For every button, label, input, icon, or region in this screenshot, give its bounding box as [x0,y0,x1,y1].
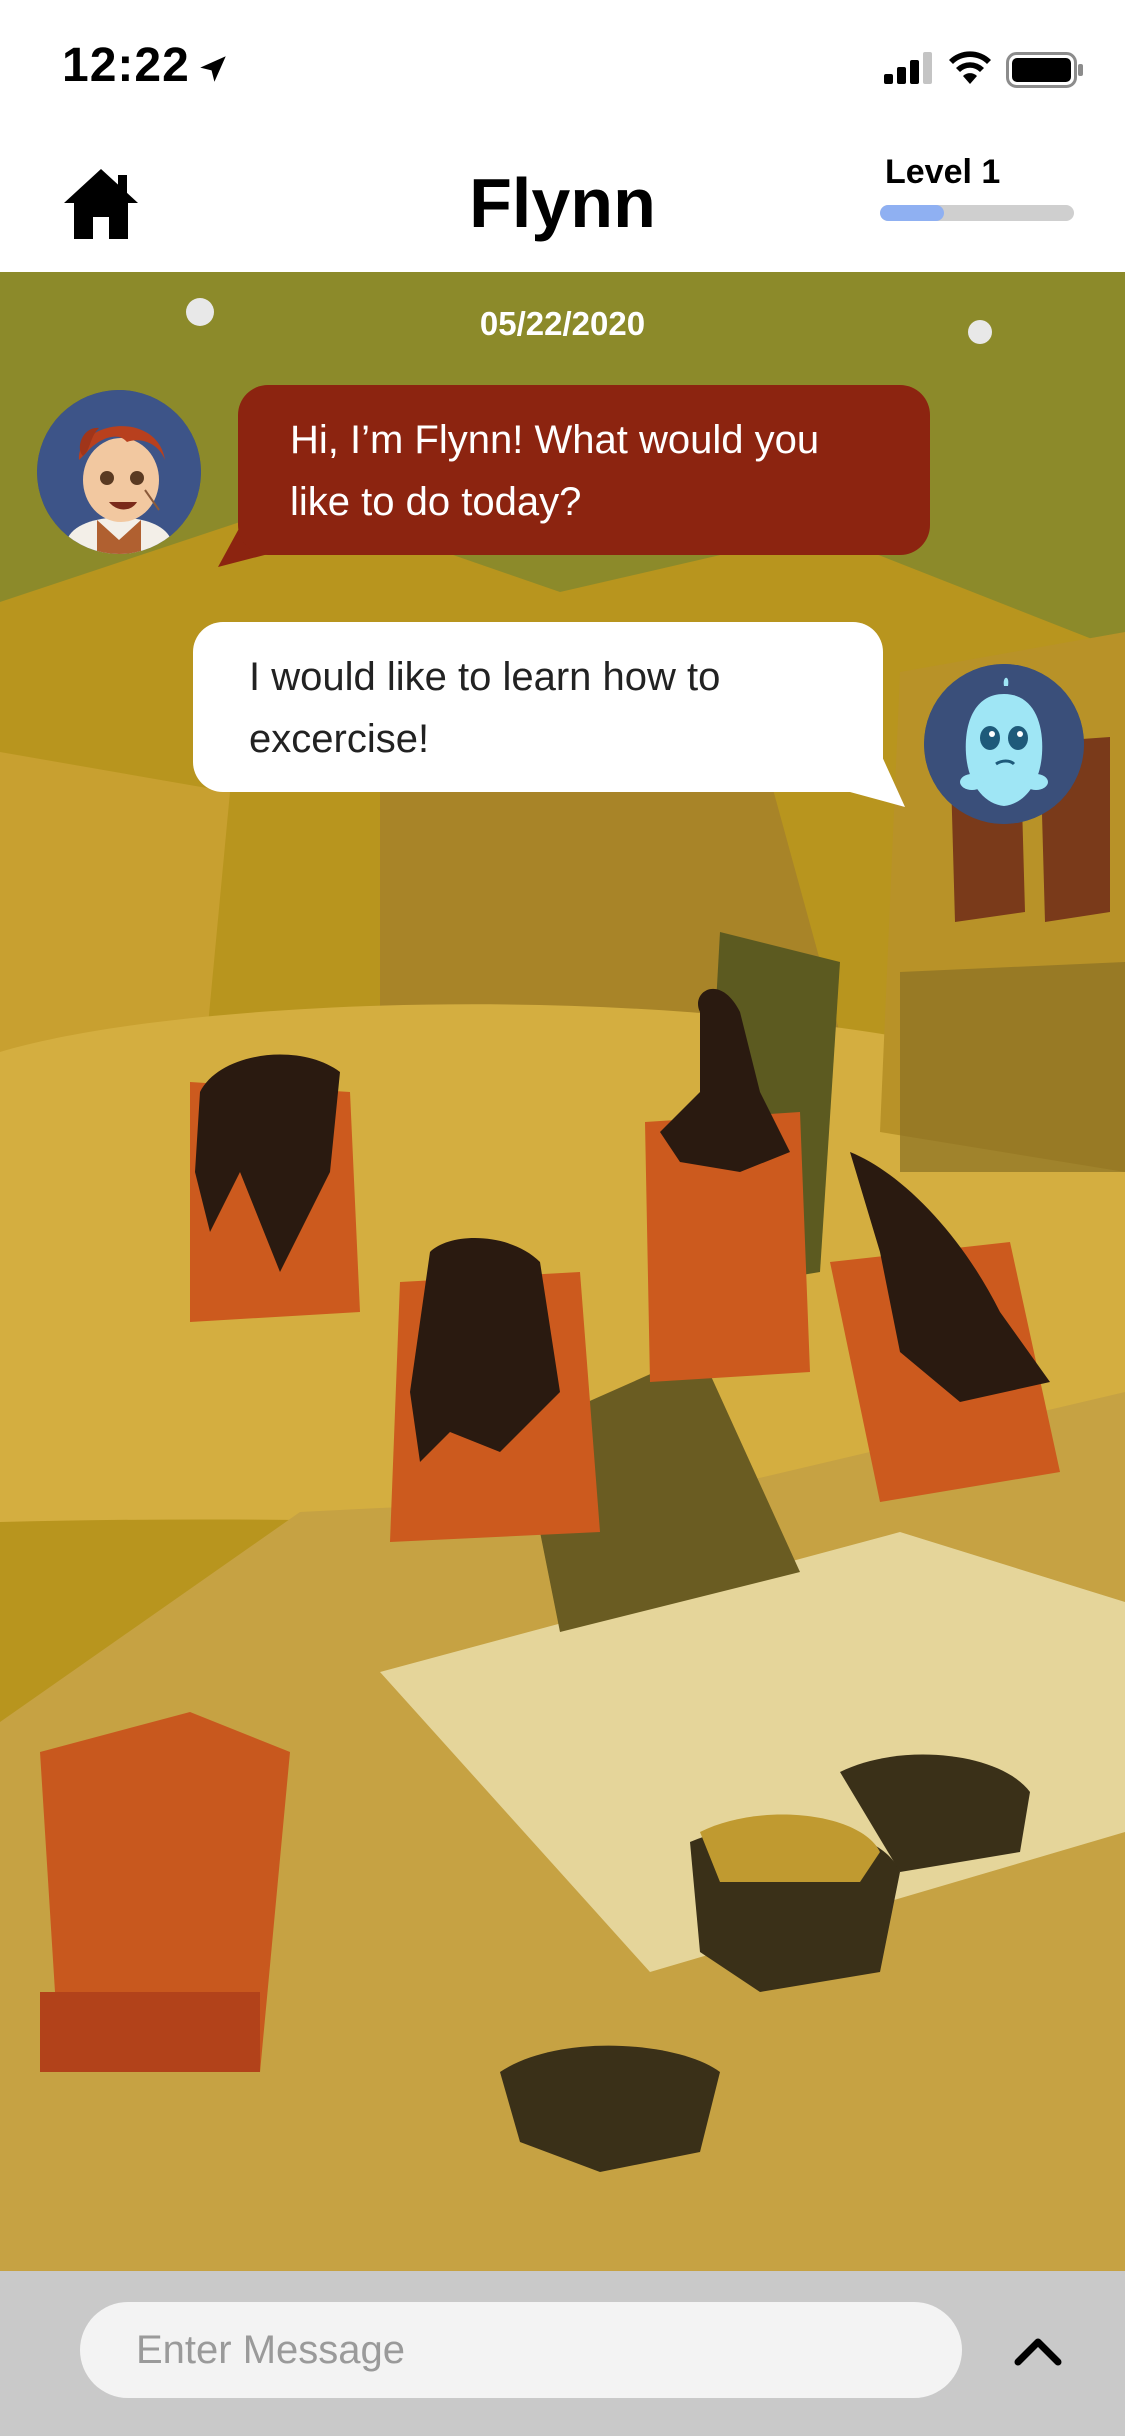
blue-creature-avatar[interactable] [924,664,1084,824]
wifi-icon [949,51,991,84]
chat-area[interactable]: 05/22/2020 Hi, I’m Flynn! What would you… [0,272,1125,2271]
yoga-class-illustration [0,272,1125,2271]
battery-icon [1006,52,1083,88]
flynn-avatar[interactable] [37,390,201,554]
level-label: Level 1 [885,153,1001,191]
status-time: 12:22 [62,39,190,92]
nav-bar: Flynn Level 1 [0,135,1125,273]
level-progress-fill [880,205,945,221]
bot-message-bubble: Hi, I’m Flynn! What would you like to do… [238,385,930,555]
chat-date: 05/22/2020 [479,305,646,342]
signal-bars-icon [884,52,932,84]
status-bar: 12:22 [0,0,1125,135]
user-message-bubble: I would like to learn how to excercise! [193,622,883,792]
message-composer [0,2271,1125,2436]
level-progress-bar [880,205,1074,221]
location-arrow-icon [200,56,226,82]
message-input[interactable] [80,2302,962,2398]
chevron-up-icon[interactable] [1010,2326,1066,2376]
